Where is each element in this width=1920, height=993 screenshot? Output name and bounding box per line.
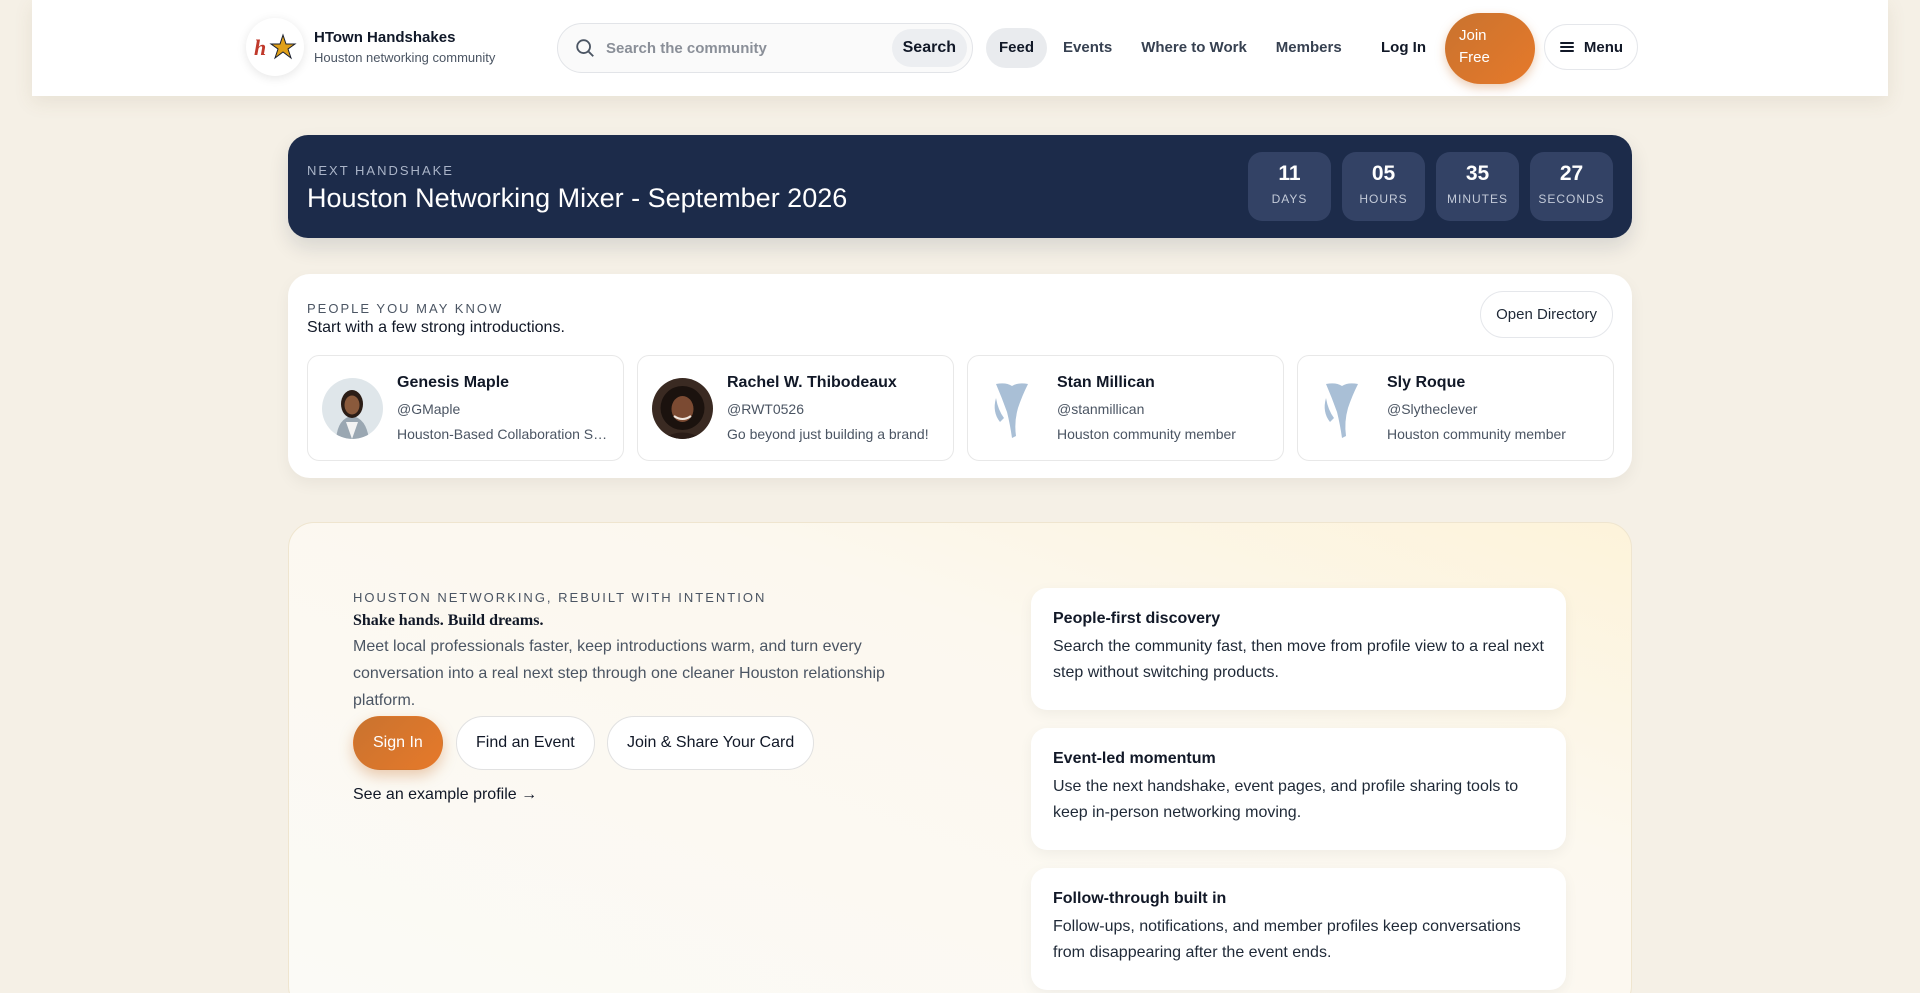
avatar: [652, 378, 713, 439]
next-handshake-banner[interactable]: NEXT HANDSHAKE Houston Networking Mixer …: [288, 135, 1632, 238]
hero-description: Meet local professionals faster, keep in…: [353, 638, 885, 709]
countdown-unit: SECONDS: [1538, 192, 1605, 206]
countdown-minutes: 35 MINUTES: [1436, 152, 1519, 221]
person-card[interactable]: Rachel W. Thibodeaux @RWT0526 Go beyond …: [637, 355, 954, 461]
person-bio: Go beyond just building a brand!: [727, 426, 929, 442]
svg-text:h: h: [254, 35, 266, 60]
person-name: Sly Roque: [1387, 374, 1466, 391]
nav-members[interactable]: Members: [1263, 28, 1355, 68]
countdown-value: 35: [1465, 162, 1490, 185]
person-card[interactable]: Genesis Maple @GMaple Houston-Based Coll…: [307, 355, 624, 461]
countdown-unit: MINUTES: [1447, 192, 1508, 206]
countdown-value: 05: [1371, 162, 1396, 185]
hero-tagline: Shake hands. Build dreams.: [353, 612, 544, 629]
countdown-hours: 05 HOURS: [1342, 152, 1425, 221]
hero-eyebrow: HOUSTON NETWORKING, REBUILT WITH INTENTI…: [353, 590, 767, 605]
main-nav: Feed Events Where to Work Members: [986, 28, 1358, 68]
people-eyebrow: PEOPLE YOU MAY KNOW: [307, 301, 504, 316]
feature-title: Follow-through built in: [1053, 890, 1227, 907]
person-handle: @Slytheclever: [1387, 401, 1478, 417]
search-bar: Search: [557, 23, 973, 73]
person-card[interactable]: Stan Millican @stanmillican Houston comm…: [967, 355, 1284, 461]
join-share-card-button[interactable]: Join & Share Your Card: [607, 716, 815, 770]
person-handle: @GMaple: [397, 401, 461, 417]
person-handle: @stanmillican: [1057, 401, 1145, 417]
avatar-placeholder-icon: [1312, 378, 1373, 439]
login-link[interactable]: Log In: [1368, 28, 1439, 68]
countdown-seconds: 27 SECONDS: [1530, 152, 1613, 221]
brand-title: HTown Handshakes: [314, 29, 456, 46]
search-input[interactable]: [606, 39, 886, 57]
person-name: Genesis Maple: [397, 374, 510, 391]
people-subtitle: Start with a few strong introductions.: [307, 319, 565, 336]
countdown-eyebrow: NEXT HANDSHAKE: [307, 163, 454, 178]
countdown-timer: 11 DAYS 05 HOURS 35 MINUTES 27 SECONDS: [1237, 152, 1613, 221]
join-free-button[interactable]: Join Free: [1445, 13, 1535, 84]
open-directory-button[interactable]: Open Directory: [1480, 291, 1613, 338]
brand[interactable]: h HTown Handshakes Houston networking co…: [246, 18, 495, 76]
countdown-value: 27: [1559, 162, 1584, 185]
feature-card: Event-led momentum Use the next handshak…: [1031, 728, 1566, 850]
avatar-placeholder-icon: [982, 378, 1043, 439]
search-button[interactable]: Search: [891, 29, 967, 67]
feature-text: Follow-ups, notifications, and member pr…: [1053, 918, 1521, 961]
menu-label: Menu: [1583, 38, 1624, 56]
sign-in-button[interactable]: Sign In: [353, 716, 443, 770]
feature-text: Search the community fast, then move fro…: [1053, 638, 1544, 681]
person-card[interactable]: Sly Roque @Slytheclever Houston communit…: [1297, 355, 1614, 461]
example-profile-link[interactable]: See an example profile →: [353, 786, 537, 804]
person-bio: Houston community member: [1387, 426, 1566, 442]
nav-where-to-work[interactable]: Where to Work: [1128, 28, 1260, 68]
logo: h: [246, 18, 304, 76]
feature-title: People-first discovery: [1053, 610, 1221, 627]
hero-section: HOUSTON NETWORKING, REBUILT WITH INTENTI…: [288, 522, 1632, 993]
person-bio: Houston community member: [1057, 426, 1236, 442]
brand-subtitle: Houston networking community: [314, 50, 496, 65]
hamburger-icon: [1559, 42, 1574, 52]
person-bio: Houston-Based Collaboration Space: [397, 426, 612, 442]
nav-feed[interactable]: Feed: [986, 28, 1048, 68]
person-name: Stan Millican: [1057, 374, 1155, 391]
people-you-may-know: PEOPLE YOU MAY KNOW Start with a few str…: [288, 274, 1632, 478]
feature-text: Use the next handshake, event pages, and…: [1053, 778, 1519, 821]
countdown-unit: DAYS: [1271, 192, 1308, 206]
find-event-button[interactable]: Find an Event: [456, 716, 595, 770]
avatar: [322, 378, 383, 439]
feature-card: Follow-through built in Follow-ups, noti…: [1031, 868, 1566, 990]
person-handle: @RWT0526: [727, 401, 804, 417]
countdown-value: 11: [1278, 162, 1301, 185]
feature-card: People-first discovery Search the commun…: [1031, 588, 1566, 710]
menu-button[interactable]: Menu: [1544, 24, 1638, 70]
countdown-title: Houston Networking Mixer - September 202…: [307, 183, 848, 213]
person-name: Rachel W. Thibodeaux: [727, 374, 897, 391]
nav-events[interactable]: Events: [1050, 28, 1125, 68]
countdown-days: 11 DAYS: [1248, 152, 1331, 221]
feature-title: Event-led momentum: [1053, 750, 1216, 767]
search-icon: [576, 39, 594, 57]
countdown-unit: HOURS: [1359, 192, 1408, 206]
